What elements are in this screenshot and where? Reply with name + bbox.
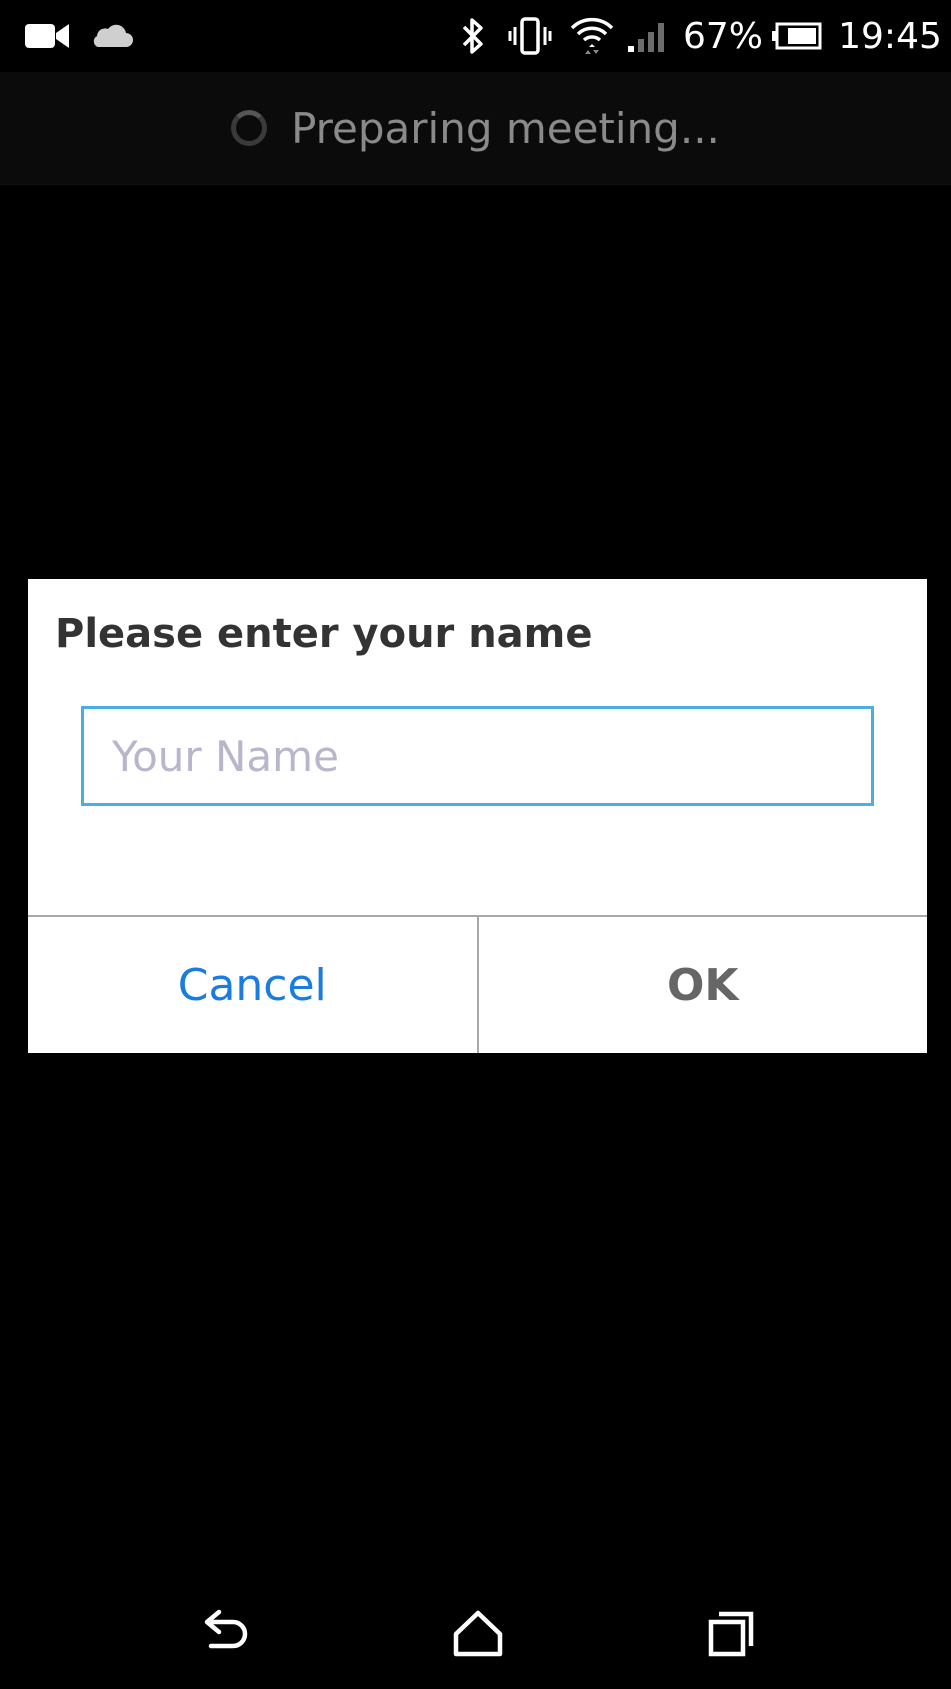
recents-icon	[708, 1611, 754, 1657]
battery-percent-text: 67%	[683, 15, 764, 57]
cellular-signal-icon	[625, 10, 671, 62]
loading-spinner-icon	[231, 110, 268, 146]
cancel-button[interactable]: Cancel	[28, 917, 479, 1053]
back-icon	[204, 1609, 248, 1649]
app-header: Preparing meeting...	[0, 72, 951, 185]
wifi-icon	[566, 10, 618, 62]
battery-icon	[770, 10, 824, 62]
battery-percent: 67%	[683, 10, 763, 62]
bluetooth-icon	[455, 10, 491, 62]
name-input[interactable]	[81, 706, 874, 806]
navigation-bar	[0, 1570, 951, 1689]
clock-text: 19:45	[838, 15, 942, 57]
status-bar: 67% 19:45	[0, 0, 951, 72]
clock: 19:45	[836, 10, 944, 62]
vibrate-icon	[505, 10, 555, 62]
dialog-actions: Cancel OK	[28, 915, 927, 1053]
name-dialog: Please enter your name Cancel OK	[28, 579, 927, 1053]
dialog-title: Please enter your name	[55, 611, 593, 657]
ok-button[interactable]: OK	[478, 917, 927, 1053]
home-button[interactable]	[433, 1588, 523, 1678]
back-button[interactable]	[180, 1588, 270, 1678]
preparing-status-text: Preparing meeting...	[291, 103, 720, 153]
video-camera-icon	[22, 10, 72, 62]
cloud-icon	[86, 10, 136, 62]
recents-button[interactable]	[686, 1588, 776, 1678]
home-icon	[453, 1610, 503, 1657]
